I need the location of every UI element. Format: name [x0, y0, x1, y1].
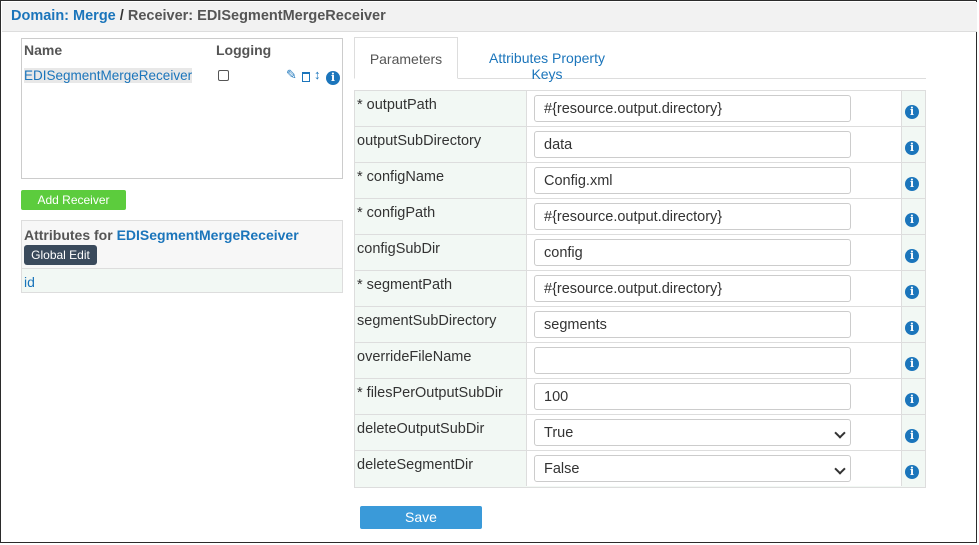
- app-frame: Domain: Merge / Receiver: EDISegmentMerg…: [0, 0, 977, 543]
- override-file-name-input[interactable]: [534, 347, 851, 374]
- delete-output-sub-dir-select[interactable]: True: [534, 419, 851, 446]
- chevron-down-icon: [834, 427, 846, 439]
- attributes-receiver-link[interactable]: EDISegmentMergeReceiver: [117, 227, 299, 243]
- save-button[interactable]: Save: [360, 506, 482, 529]
- select-value: False: [544, 461, 580, 477]
- param-row: * configName Config.xml i: [355, 163, 925, 199]
- column-header-logging: Logging: [216, 42, 272, 58]
- segment-path-input[interactable]: #{resource.output.directory}: [534, 275, 851, 302]
- edit-icon[interactable]: ✎: [286, 67, 297, 83]
- param-row: outputSubDirectory data i: [355, 127, 925, 163]
- info-icon[interactable]: i: [326, 68, 340, 85]
- param-label: configSubDir: [357, 241, 441, 257]
- breadcrumb-receiver: Receiver: EDISegmentMergeReceiver: [127, 8, 386, 24]
- receiver-list-header: Name Logging: [22, 39, 342, 61]
- info-icon[interactable]: i: [905, 138, 919, 155]
- logging-checkbox[interactable]: [218, 70, 229, 81]
- breadcrumb: Domain: Merge / Receiver: EDISegmentMerg…: [2, 2, 977, 32]
- parameters-table: * outputPath #{resource.output.directory…: [354, 90, 926, 488]
- attribute-id-link[interactable]: id: [24, 274, 35, 290]
- param-label: * configName: [357, 169, 445, 185]
- tab-parameters[interactable]: Parameters: [354, 37, 458, 79]
- param-label: * segmentPath: [357, 277, 453, 293]
- global-edit-button[interactable]: Global Edit: [24, 245, 97, 265]
- param-row: deleteOutputSubDir True i: [355, 415, 925, 451]
- breadcrumb-domain[interactable]: Domain: Merge: [11, 8, 116, 24]
- select-value: True: [544, 425, 574, 441]
- output-path-input[interactable]: #{resource.output.directory}: [534, 95, 851, 122]
- info-icon[interactable]: i: [905, 210, 919, 227]
- param-row: * configPath #{resource.output.directory…: [355, 199, 925, 235]
- config-path-input[interactable]: #{resource.output.directory}: [534, 203, 851, 230]
- param-label: deleteOutputSubDir: [357, 421, 485, 437]
- attributes-panel: Attributes for EDISegmentMergeReceiver G…: [21, 220, 343, 293]
- info-icon[interactable]: i: [905, 174, 919, 191]
- param-label: deleteSegmentDir: [357, 457, 474, 473]
- param-row: * filesPerOutputSubDir 100 i: [355, 379, 925, 415]
- breadcrumb-separator: /: [115, 8, 128, 24]
- delete-icon[interactable]: [302, 69, 310, 85]
- attributes-title: Attributes for EDISegmentMergeReceiver: [24, 227, 299, 243]
- info-icon[interactable]: i: [905, 246, 919, 263]
- info-icon[interactable]: i: [905, 390, 919, 407]
- segment-sub-directory-input[interactable]: segments: [534, 311, 851, 338]
- param-row: segmentSubDirectory segments i: [355, 307, 925, 343]
- attributes-title-prefix: Attributes for: [24, 227, 117, 243]
- move-icon[interactable]: ↕: [314, 67, 321, 82]
- param-label: outputSubDirectory: [357, 133, 482, 149]
- config-name-input[interactable]: Config.xml: [534, 167, 851, 194]
- param-label: * outputPath: [357, 97, 437, 113]
- tab-bar: Parameters Attributes Property Keys: [354, 37, 926, 82]
- tab-attributes-property-keys[interactable]: Attributes Property Keys: [477, 37, 617, 82]
- delete-segment-dir-select[interactable]: False: [534, 455, 851, 482]
- receiver-list: Name Logging EDISegmentMergeReceiver ✎ ↕…: [21, 38, 343, 179]
- info-icon[interactable]: i: [905, 282, 919, 299]
- param-row: * outputPath #{resource.output.directory…: [355, 91, 925, 127]
- param-label: * configPath: [357, 205, 436, 221]
- add-receiver-button[interactable]: Add Receiver: [21, 190, 126, 210]
- info-icon[interactable]: i: [905, 354, 919, 371]
- info-icon[interactable]: i: [905, 318, 919, 335]
- receiver-row: EDISegmentMergeReceiver ✎ ↕ i: [22, 63, 342, 85]
- param-row: configSubDir config i: [355, 235, 925, 271]
- column-header-name: Name: [24, 42, 63, 58]
- config-sub-dir-input[interactable]: config: [534, 239, 851, 266]
- info-icon[interactable]: i: [905, 426, 919, 443]
- param-row: * segmentPath #{resource.output.director…: [355, 271, 925, 307]
- info-icon[interactable]: i: [905, 102, 919, 119]
- receiver-name-link[interactable]: EDISegmentMergeReceiver: [24, 68, 193, 83]
- param-label: * filesPerOutputSubDir: [357, 385, 503, 401]
- files-per-output-sub-dir-input[interactable]: 100: [534, 383, 851, 410]
- param-label: segmentSubDirectory: [357, 313, 497, 329]
- attribute-row: id: [22, 268, 342, 292]
- output-sub-directory-input[interactable]: data: [534, 131, 851, 158]
- param-label: overrideFileName: [357, 349, 472, 365]
- chevron-down-icon: [834, 463, 846, 475]
- info-icon[interactable]: i: [905, 462, 919, 479]
- param-row: overrideFileName i: [355, 343, 925, 379]
- param-row: deleteSegmentDir False i: [355, 451, 925, 487]
